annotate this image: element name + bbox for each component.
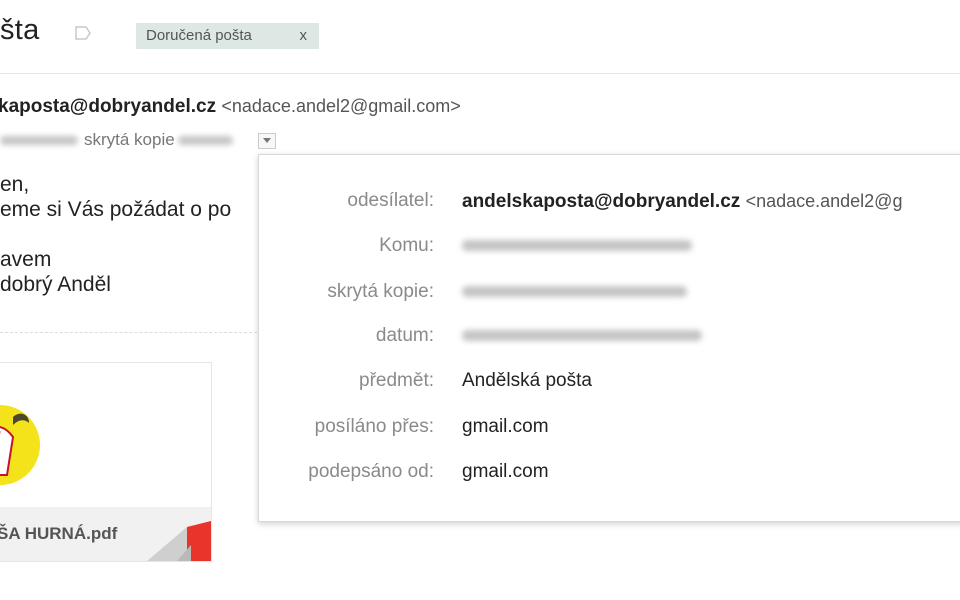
- details-row-date: datum:: [259, 321, 960, 351]
- body-line: avem: [0, 248, 52, 271]
- details-value: gmail.com: [462, 461, 549, 482]
- details-label: předmět:: [359, 370, 434, 391]
- redacted-value: [462, 240, 692, 252]
- inbox-label-chip[interactable]: Doručená pošta x: [136, 23, 319, 49]
- details-row-subject: předmět: Andělská pošta: [259, 366, 960, 396]
- details-label: Komu:: [379, 235, 434, 256]
- details-row-sender: odesílatel: andelskaposta@dobryandel.cz …: [259, 186, 960, 216]
- redacted-value: [462, 286, 687, 298]
- pdf-corner-icon: [147, 521, 211, 561]
- sender-name[interactable]: kaposta@dobryandel.cz: [0, 96, 216, 117]
- body-blank-line: [0, 222, 231, 247]
- bcc-label: skrytá kopie: [84, 130, 175, 149]
- sender-reply-address: <nadace.andel2@g: [745, 191, 903, 211]
- details-value: andelskaposta@dobryandel.cz <nadace.ande…: [462, 186, 902, 217]
- details-row-signed-by: podepsáno od: gmail.com: [259, 457, 960, 487]
- redacted-recipient: [177, 136, 233, 146]
- angel-logo: DĚL: [0, 405, 40, 485]
- details-value: gmail.com: [462, 416, 549, 437]
- redacted-value: [462, 330, 702, 342]
- details-value: [462, 231, 692, 261]
- show-details-button[interactable]: [258, 133, 276, 149]
- details-label: odesílatel:: [347, 190, 434, 211]
- recipient-row: skrytá kopie: [0, 130, 233, 150]
- body-line: en,: [0, 173, 30, 196]
- details-value: [462, 321, 702, 351]
- details-value: [462, 277, 687, 307]
- message-details-popup: odesílatel: andelskaposta@dobryandel.cz …: [258, 154, 960, 522]
- body-line: dobrý Anděl: [0, 273, 111, 296]
- remove-label-button[interactable]: x: [300, 23, 308, 49]
- attachment-divider: [0, 332, 262, 333]
- attachment-footer: ŠA HURNÁ.pdf: [0, 507, 211, 561]
- details-row-to: Komu:: [259, 231, 960, 261]
- sender-email[interactable]: andelskaposta@dobryandel.cz: [462, 191, 740, 212]
- sender-row: kaposta@dobryandel.cz <nadace.andel2@gma…: [0, 96, 461, 118]
- details-label: posíláno přes:: [314, 416, 434, 437]
- body-line: eme si Vás požádat o po: [0, 198, 232, 221]
- email-subject: šta: [0, 14, 40, 46]
- details-value: Andělská pošta: [462, 370, 592, 391]
- sender-address: <nadace.andel2@gmail.com>: [221, 96, 461, 116]
- header-divider: [0, 73, 960, 74]
- details-label: skrytá kopie:: [327, 281, 434, 302]
- email-view: šta Doručená pošta x kaposta@dobryandel.…: [0, 0, 960, 600]
- attachment-thumbnail: DĚL: [0, 363, 211, 505]
- attachment-filename[interactable]: ŠA HURNÁ.pdf: [0, 524, 117, 544]
- details-label: datum:: [375, 325, 434, 346]
- label-icon[interactable]: [75, 26, 91, 40]
- attachment-card[interactable]: DĚL ŠA HURNÁ.pdf: [0, 362, 212, 562]
- message-body: en, eme si Vás požádat o po avem dobrý A…: [0, 172, 231, 297]
- details-label: podepsáno od:: [308, 461, 434, 482]
- redacted-recipient: [0, 136, 78, 146]
- details-row-bcc: skrytá kopie:: [259, 277, 960, 307]
- inbox-label-text: Doručená pošta: [146, 27, 252, 44]
- dropdown-arrow-icon: [263, 138, 271, 143]
- details-row-mailed-by: posíláno přes: gmail.com: [259, 412, 960, 442]
